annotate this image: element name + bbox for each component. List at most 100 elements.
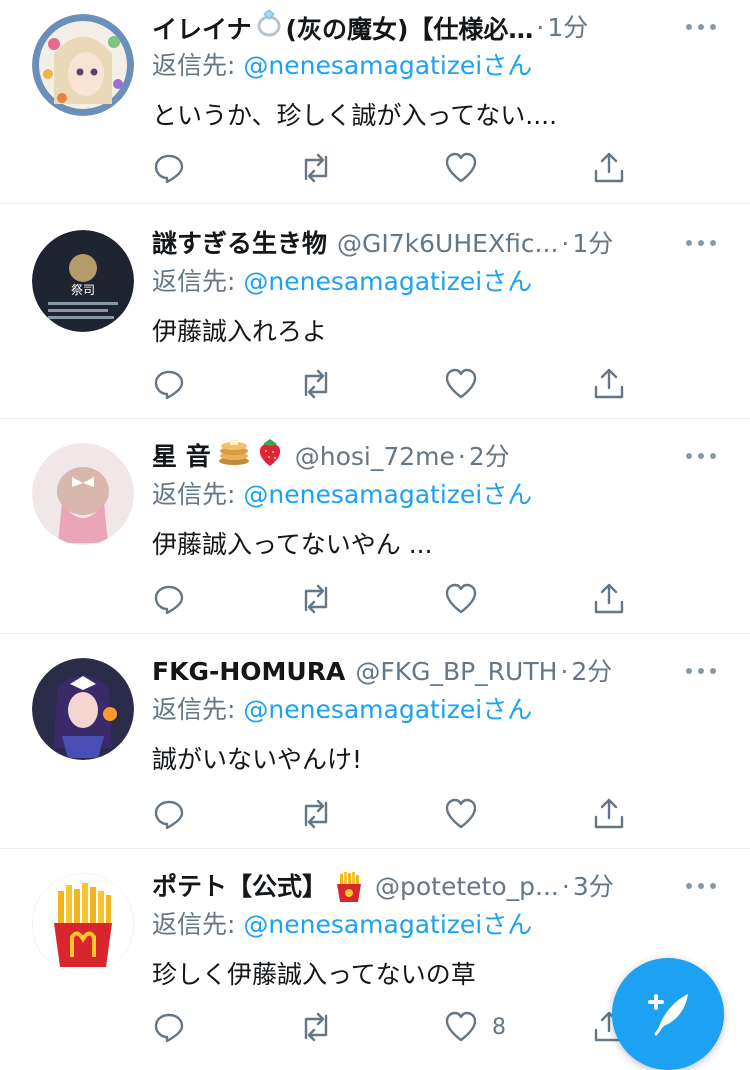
display-name[interactable]: 星 音: [152, 439, 211, 475]
user-handle[interactable]: @hosi_72me: [295, 439, 455, 475]
more-options-icon[interactable]: [686, 668, 716, 674]
reply-button[interactable]: [152, 577, 186, 621]
timestamp[interactable]: 2分: [469, 439, 510, 475]
reply-button[interactable]: [152, 1005, 186, 1049]
retweet-button[interactable]: [298, 577, 334, 621]
compose-tweet-button[interactable]: [612, 958, 724, 1070]
reply-mention-link[interactable]: @nenesamagatizeiさん: [243, 910, 532, 939]
retweet-button[interactable]: [298, 792, 334, 836]
avatar[interactable]: [32, 658, 134, 760]
like-button[interactable]: [444, 792, 492, 836]
more-options-icon[interactable]: [686, 240, 716, 246]
reply-mention-link[interactable]: @nenesamagatizeiさん: [243, 695, 532, 724]
like-button[interactable]: [444, 362, 492, 406]
share-button[interactable]: [592, 362, 626, 406]
like-button[interactable]: [444, 577, 492, 621]
retweet-button[interactable]: [298, 1005, 334, 1049]
heart-icon: [444, 368, 478, 400]
tweet[interactable]: 星 音 @hosi_72me · 2分 返信先: @nenesamagatize…: [0, 419, 750, 634]
timestamp[interactable]: 2分: [571, 654, 612, 690]
separator-dot: ·: [536, 13, 545, 42]
display-name[interactable]: FKG-HOMURA: [152, 654, 345, 690]
more-options-icon[interactable]: [686, 24, 716, 30]
reply-label: 返信先:: [152, 267, 244, 296]
reply-button[interactable]: [152, 146, 186, 190]
retweet-button[interactable]: [298, 362, 334, 406]
like-button[interactable]: 8: [444, 1005, 506, 1049]
tweet[interactable]: 祭司 謎すぎる生き物 @GI7k6UHEXfic... · 1分 返信先: @n…: [0, 204, 750, 419]
display-name[interactable]: 謎すぎる生き物: [152, 226, 327, 262]
heart-icon: [444, 1011, 478, 1043]
share-icon: [592, 367, 626, 401]
reply-to-line: 返信先: @nenesamagatizeiさん: [152, 477, 532, 513]
tweet[interactable]: イレイナ (灰の魔女)【仕様必… · 1分 返信先: @nenesamagati…: [0, 0, 750, 204]
reply-icon: [152, 367, 186, 401]
reply-label: 返信先:: [152, 480, 244, 509]
reply-icon: [152, 151, 186, 185]
share-button[interactable]: [592, 146, 626, 190]
strawberry-emoji-icon: [255, 439, 285, 475]
more-options-icon[interactable]: [686, 883, 716, 889]
share-icon: [592, 582, 626, 616]
reply-to-line: 返信先: @nenesamagatizeiさん: [152, 264, 532, 300]
heart-icon: [444, 152, 478, 184]
timestamp[interactable]: 3分: [573, 869, 614, 905]
tweet-actions: [152, 146, 632, 190]
display-name[interactable]: イレイナ (灰の魔女)【仕様必…: [152, 10, 533, 46]
tweet-text: 伊藤誠入ってないやん ...: [152, 530, 433, 559]
reply-button[interactable]: [152, 792, 186, 836]
user-handle[interactable]: @FKG_BP_RUTH: [355, 654, 557, 690]
reply-icon: [152, 797, 186, 831]
retweet-icon: [298, 1010, 334, 1044]
reply-to-line: 返信先: @nenesamagatizeiさん: [152, 692, 532, 728]
share-button[interactable]: [592, 577, 626, 621]
reply-mention-link[interactable]: @nenesamagatizeiさん: [243, 267, 532, 296]
avatar[interactable]: [32, 14, 134, 116]
compose-feather-icon: [642, 986, 694, 1042]
user-handle[interactable]: @poteteto_p...: [375, 869, 559, 905]
timestamp[interactable]: 1分: [547, 10, 588, 46]
tweet-text: 誠がいないやんけ!: [152, 745, 363, 774]
avatar[interactable]: [32, 873, 134, 975]
reply-label: 返信先:: [152, 695, 244, 724]
more-options-icon[interactable]: [686, 453, 716, 459]
timestamp[interactable]: 1分: [572, 226, 613, 262]
separator-dot: ·: [561, 229, 570, 258]
retweet-icon: [298, 367, 334, 401]
reply-icon: [152, 582, 186, 616]
tweet-text: 珍しく伊藤誠入ってないの草: [152, 960, 476, 989]
reply-mention-link[interactable]: @nenesamagatizeiさん: [243, 480, 532, 509]
tweet-text: 伊藤誠入れろよ: [152, 317, 328, 346]
retweet-icon: [298, 582, 334, 616]
user-handle[interactable]: @GI7k6UHEXfic...: [337, 226, 558, 262]
pancakes-emoji-icon: [217, 439, 251, 475]
share-icon: [592, 797, 626, 831]
reply-to-line: 返信先: @nenesamagatizeiさん: [152, 48, 532, 84]
like-button[interactable]: [444, 146, 492, 190]
separator-dot: ·: [560, 657, 569, 686]
reply-label: 返信先:: [152, 910, 244, 939]
reply-to-line: 返信先: @nenesamagatizeiさん: [152, 907, 532, 943]
fries-emoji-icon: [333, 870, 365, 904]
retweet-button[interactable]: [298, 146, 334, 190]
tweet-actions: [152, 362, 632, 406]
share-button[interactable]: [592, 792, 626, 836]
tweet[interactable]: FKG-HOMURA @FKG_BP_RUTH · 2分 返信先: @nenes…: [0, 634, 750, 849]
retweet-icon: [298, 151, 334, 185]
separator-dot: ·: [561, 872, 570, 901]
display-name[interactable]: ポテト【公式】: [152, 869, 327, 905]
ring-emoji-icon: [254, 10, 284, 38]
tweet-actions: [152, 577, 632, 621]
retweet-icon: [298, 797, 334, 831]
reply-button[interactable]: [152, 362, 186, 406]
share-icon: [592, 151, 626, 185]
heart-icon: [444, 583, 478, 615]
svg-text:祭司: 祭司: [71, 283, 95, 297]
tweet-text: というか、珍しく誠が入ってない....: [152, 101, 558, 130]
tweet-actions: [152, 792, 632, 836]
avatar[interactable]: [32, 443, 134, 545]
reply-mention-link[interactable]: @nenesamagatizeiさん: [243, 51, 532, 80]
reply-icon: [152, 1010, 186, 1044]
separator-dot: ·: [457, 442, 466, 471]
avatar[interactable]: 祭司: [32, 230, 134, 332]
